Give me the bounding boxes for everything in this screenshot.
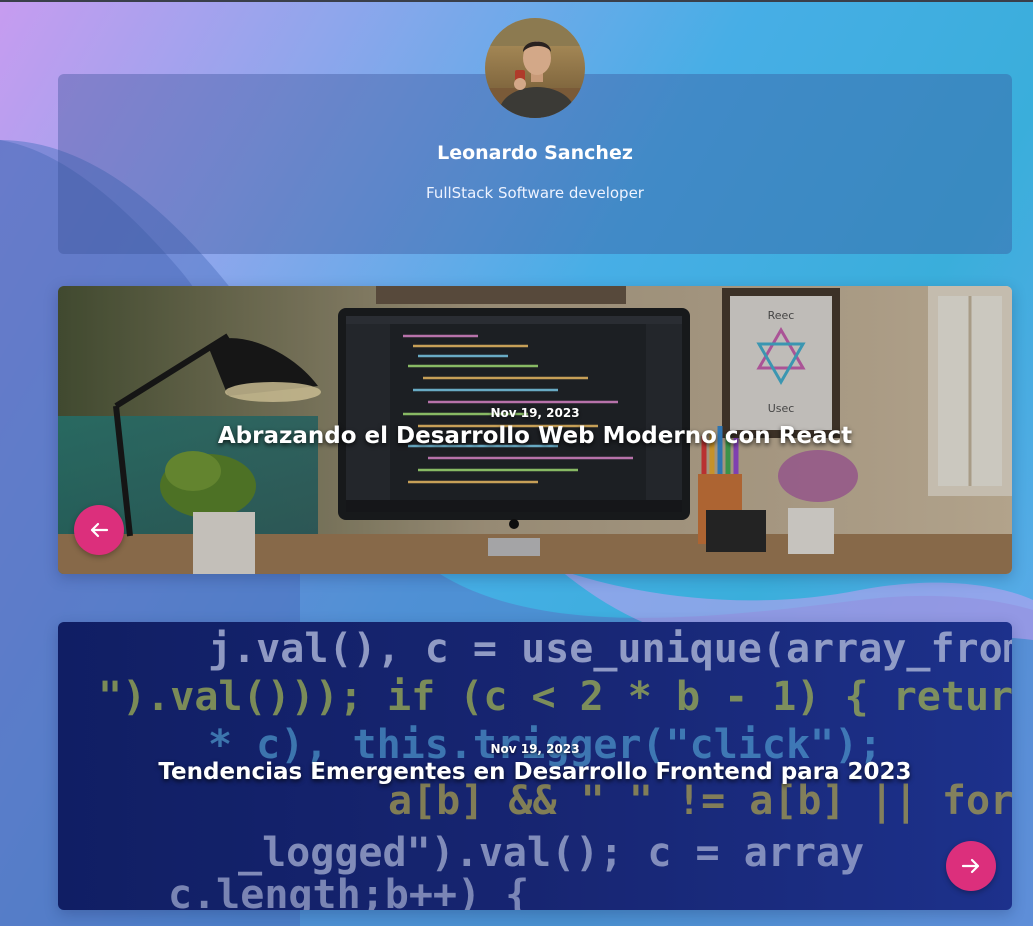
arrow-left-icon <box>90 522 109 538</box>
avatar-photo <box>485 18 585 118</box>
post-card-frontend-trends[interactable]: j.val(), c = use_unique(array_from_c ").… <box>58 622 1012 910</box>
avatar <box>485 18 585 118</box>
profile-role: FullStack Software developer <box>426 184 644 202</box>
arrow-right-icon <box>961 858 980 874</box>
window-top-border <box>0 0 1033 2</box>
post-card-react[interactable]: Reec Usec Nov 19, 2023 Abrazando el Desa… <box>58 286 1012 574</box>
profile-name: Leonardo Sanchez <box>437 142 633 164</box>
post-title[interactable]: Abrazando el Desarrollo Web Moderno con … <box>58 423 1012 449</box>
post-date: Nov 19, 2023 <box>490 742 580 756</box>
carousel-next-button[interactable] <box>946 841 996 891</box>
post-title[interactable]: Tendencias Emergentes en Desarrollo Fron… <box>58 759 1012 785</box>
carousel-prev-button[interactable] <box>74 505 124 555</box>
post-date: Nov 19, 2023 <box>490 406 580 420</box>
